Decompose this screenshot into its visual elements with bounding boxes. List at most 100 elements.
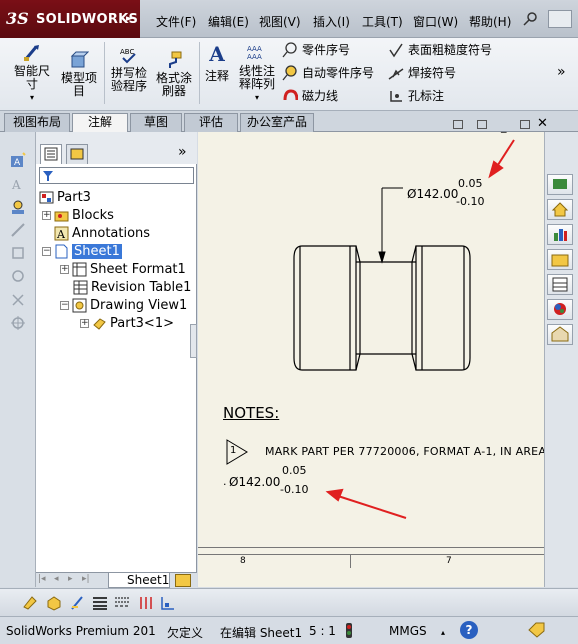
file-explorer-icon[interactable] <box>547 249 573 270</box>
window-restore-icon[interactable] <box>548 10 572 28</box>
balloon-tool-icon[interactable] <box>10 199 26 215</box>
custom-properties-icon[interactable] <box>547 324 573 345</box>
align-icon[interactable] <box>160 595 176 611</box>
tab-office-products[interactable]: 办公室产品 <box>240 113 314 132</box>
symbol-tool-icon[interactable] <box>10 268 26 284</box>
note-dim-value[interactable]: Ø142.00 <box>229 475 280 489</box>
note-tol-lower[interactable]: -0.10 <box>280 483 308 496</box>
weld-symbol-button[interactable]: 焊接符号 <box>388 64 456 81</box>
magnetic-line-button[interactable]: 磁力线 <box>282 87 338 104</box>
model-items-label: 模型项 目 <box>60 71 97 98</box>
collapse-icon[interactable]: − <box>60 300 69 310</box>
tab-sketch[interactable]: 草图 <box>130 113 182 132</box>
tree-item-revision-table[interactable]: Revision Table1 <box>73 278 191 296</box>
sheet-tab[interactable]: Sheet1 <box>108 573 170 588</box>
tag-icon[interactable] <box>527 622 545 638</box>
balloon-button[interactable]: 零件序号 <box>282 41 350 58</box>
format-painter-button[interactable]: 格式涂 刷器 <box>152 50 196 98</box>
layer-icon[interactable] <box>138 595 154 611</box>
note-text[interactable]: MARK PART PER 77720006, FORMAT A-1, IN A… <box>265 445 557 458</box>
sketch-icon[interactable] <box>70 595 86 611</box>
pin-icon[interactable] <box>522 11 538 27</box>
minimize-icon[interactable]: _ <box>501 120 507 133</box>
tile-horizontal-icon[interactable] <box>453 120 463 129</box>
property-tab-icon[interactable] <box>66 144 88 164</box>
menu-tools[interactable]: 工具(T) <box>362 13 403 30</box>
tree-filter-input[interactable] <box>39 167 194 184</box>
first-sheet-icon[interactable]: |◂ <box>38 574 46 584</box>
restore-icon[interactable] <box>520 120 530 129</box>
expand-icon[interactable]: + <box>60 264 69 274</box>
last-sheet-icon[interactable]: ▸| <box>82 574 90 584</box>
auto-balloon-button[interactable]: 自动零件序号 <box>282 64 374 81</box>
collapse-icon[interactable]: − <box>42 246 51 256</box>
status-scale[interactable]: 5 : 1 <box>309 624 336 638</box>
tab-annotation[interactable]: 注解 <box>72 113 128 133</box>
collapse-panel-icon[interactable]: » <box>178 144 187 160</box>
linear-note-pattern-button[interactable]: AAA AAA 线性注 释阵列 ▾ <box>236 43 278 104</box>
weld-tool-icon[interactable] <box>10 222 26 238</box>
expand-icon[interactable]: + <box>42 210 51 220</box>
model-items-button[interactable]: 模型项 目 <box>58 50 100 98</box>
part-geometry[interactable] <box>293 245 471 371</box>
note-tool-icon[interactable]: A <box>10 176 26 192</box>
units-dropdown-icon[interactable]: ▴ <box>441 628 445 637</box>
zoom-to-fit-icon[interactable] <box>22 595 38 611</box>
prev-sheet-icon[interactable]: ◂ <box>54 574 59 584</box>
add-sheet-icon[interactable] <box>175 574 191 587</box>
drawing-canvas[interactable]: Ø142.00 0.05 -0.10 NOTES: 1 MARK PART PE… <box>198 132 557 587</box>
tree-item-sheet[interactable]: − Sheet1 <box>42 242 122 260</box>
menu-edit[interactable]: 编辑(E) <box>208 13 249 30</box>
dimension-tol-upper[interactable]: 0.05 <box>458 177 483 190</box>
dimension-value[interactable]: Ø142.00 <box>407 187 458 201</box>
tree-item-part-ref[interactable]: + Part3<1> <box>80 314 174 332</box>
tree-item-label: Blocks <box>72 207 114 223</box>
tree-item-sheet-format[interactable]: + Sheet Format1 <box>60 260 186 278</box>
status-units[interactable]: MMGS <box>389 624 427 638</box>
close-icon[interactable]: ✕ <box>537 116 548 131</box>
appearances-icon[interactable] <box>547 299 573 320</box>
menu-window[interactable]: 窗口(W) <box>413 13 458 30</box>
datum-tool-icon[interactable] <box>10 245 26 261</box>
tree-item-blocks[interactable]: + Blocks <box>42 206 114 224</box>
note-tol-upper[interactable]: 0.05 <box>282 464 307 477</box>
spell-checker-button[interactable]: ABC 拼写检 验程序 <box>108 45 150 93</box>
tree-root[interactable]: Part3 <box>39 188 91 206</box>
menu-view[interactable]: 视图(V) <box>259 13 301 30</box>
solidworks-resources-icon[interactable] <box>547 174 573 195</box>
home-icon[interactable] <box>547 199 573 220</box>
dimension-leader[interactable] <box>378 187 403 264</box>
zone-label-8: 8 <box>240 556 246 566</box>
tab-view-layout[interactable]: 视图布局 <box>4 113 70 132</box>
dimension-tol-lower[interactable]: -0.10 <box>456 195 484 208</box>
tab-evaluate[interactable]: 评估 <box>184 113 238 132</box>
notes-heading[interactable]: NOTES: <box>223 404 279 422</box>
help-icon[interactable]: ? <box>460 621 478 639</box>
feature-tree-tab-icon[interactable] <box>40 144 62 164</box>
menu-insert[interactable]: 插入(I) <box>313 13 350 30</box>
panel-splitter-handle[interactable] <box>190 324 197 358</box>
smart-dimension-icon <box>24 45 39 61</box>
surface-finish-button[interactable]: 表面粗糙度符号 <box>388 41 492 58</box>
expand-icon[interactable]: + <box>80 318 89 328</box>
solidworks-logo[interactable]: 3S SOLIDWORKS ► <box>0 0 140 38</box>
annotation-tool-icon[interactable]: A <box>10 152 26 168</box>
line-format-icon[interactable] <box>92 595 108 611</box>
line-style-icon[interactable] <box>114 595 130 611</box>
note-button[interactable]: A 注释 <box>202 44 232 83</box>
tile-vertical-icon[interactable] <box>477 120 487 129</box>
hole-callout-button[interactable]: 孔标注 <box>388 87 444 104</box>
view-palette-icon[interactable] <box>547 274 573 295</box>
more-commands-chevron-icon[interactable]: » <box>557 64 566 80</box>
design-library-icon[interactable] <box>547 224 573 245</box>
center-mark-icon[interactable] <box>10 315 26 331</box>
tree-item-annotations[interactable]: A Annotations <box>54 224 150 242</box>
cosmetic-thread-icon[interactable] <box>10 292 26 308</box>
next-sheet-icon[interactable]: ▸ <box>68 574 73 584</box>
logo-menu-arrow-icon[interactable]: ► <box>126 14 133 24</box>
zoom-area-icon[interactable] <box>46 595 62 611</box>
menu-file[interactable]: 文件(F) <box>156 13 196 30</box>
smart-dimension-button[interactable]: 智能尺 寸 ▾ <box>8 43 56 104</box>
menu-help[interactable]: 帮助(H) <box>469 13 511 30</box>
tree-item-drawing-view[interactable]: − Drawing View1 <box>60 296 187 314</box>
